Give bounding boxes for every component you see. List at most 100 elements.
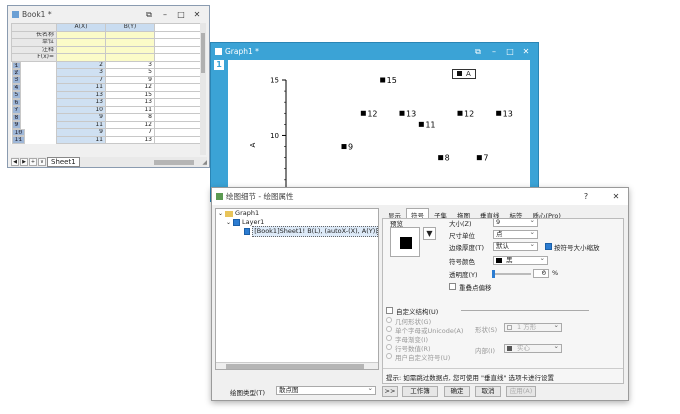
graph-titlebar[interactable]: Graph1 * ⧉ – □ ✕ [211,43,538,60]
radio-row-number[interactable] [386,344,392,350]
scale-with-size-checkbox[interactable] [545,243,552,250]
first-sheet-icon[interactable]: ◀ [11,158,19,166]
plot-details-dialog[interactable]: 绘图细节 - 绘图属性 ? ✕ ⌄ Graph1 ⌄ Layer1 [Book1… [211,187,629,401]
expand-button[interactable]: >> [382,386,398,397]
cell-b[interactable]: 7 [105,128,155,137]
meta-cell[interactable] [105,38,155,47]
table-row[interactable]: 5 1315 [11,90,204,99]
row-number[interactable]: 2 [11,68,22,76]
meta-cell[interactable] [105,30,155,39]
cell-b[interactable]: 9 [105,75,155,84]
row-number[interactable]: 9 [11,121,22,129]
cell-b[interactable]: 5 [105,68,155,77]
tab-sheet1[interactable]: Sheet1 [47,157,80,167]
radio-user-defined[interactable] [386,353,392,359]
ok-button[interactable]: 确定 [444,386,470,397]
cell-a[interactable]: 13 [56,98,106,107]
cell-b[interactable]: 12 [105,120,155,129]
row-number[interactable]: 4 [11,83,22,91]
slider-thumb[interactable] [492,270,495,278]
row-number[interactable]: 10 [11,128,26,136]
meta-cell[interactable] [56,38,106,47]
scroll-thumb[interactable] [201,33,205,73]
sheet-list-icon[interactable]: ∨ [38,158,46,166]
symbol-gallery-dropdown[interactable]: ▼ [423,227,436,240]
row-number[interactable]: 11 [11,136,26,144]
custom-construction-checkbox[interactable] [386,307,393,314]
tree-horizontal-scrollbar[interactable] [216,362,378,369]
plot-checkbox[interactable] [244,228,251,235]
size-combo[interactable]: 9 [493,217,538,227]
workbook-titlebar[interactable]: Book1 * ⧉ – □ ✕ [8,6,209,23]
plot-type-select[interactable]: 散点图 [276,385,376,395]
table-row[interactable]: 3 79 [11,75,204,84]
vertical-scrollbar[interactable] [200,23,206,155]
cell-b[interactable]: 8 [105,113,155,122]
copy-icon[interactable]: ⧉ [470,47,486,57]
cell-a[interactable]: 2 [56,60,106,69]
cell-b[interactable]: 13 [105,135,155,144]
layer-checkbox[interactable] [233,219,241,226]
layer-number-badge[interactable]: 1 [214,60,224,70]
meta-cell[interactable] [56,45,106,54]
shape-select[interactable]: 1 方形 [504,322,562,332]
next-sheet-icon[interactable]: ▶ [20,158,28,166]
tree-item-graph[interactable]: ⌄ Graph1 [216,209,378,218]
close-button[interactable]: ✕ [518,47,534,56]
cell-b[interactable]: 12 [105,83,155,92]
table-row[interactable]: 9 1112 [11,120,204,129]
table-row[interactable]: 6 1313 [11,98,204,107]
cell-a[interactable]: 13 [56,90,106,99]
scatter-plot[interactable]: 15 10 A 9 12 15 13 11 8 12 7 13 [228,60,530,202]
edge-thickness-select[interactable]: 默认 [493,241,538,251]
column-header-b[interactable]: B(Y) [105,23,155,32]
radio-geometric[interactable] [386,317,392,323]
dialog-titlebar[interactable]: 绘图细节 - 绘图属性 ? ✕ [212,188,628,205]
plot-canvas[interactable]: 15 10 A 9 12 15 13 11 8 12 7 13 A [228,60,530,202]
table-row[interactable]: 111113 [11,135,204,144]
add-sheet-icon[interactable]: + [29,158,37,166]
cell-a[interactable]: 3 [56,68,106,77]
workbook-button[interactable]: 工作簿 [402,386,438,397]
transparency-spinner[interactable]: 0 [533,268,549,278]
close-button[interactable]: ✕ [608,192,624,201]
corner-cell[interactable] [11,23,57,32]
cell-a[interactable]: 9 [56,128,106,137]
table-row[interactable]: 4 1112 [11,83,204,92]
transparency-slider[interactable] [492,270,531,278]
horizontal-scrollbar[interactable] [154,159,195,165]
meta-cell[interactable] [56,30,106,39]
cell-a[interactable]: 11 [56,83,106,92]
symbol-color-select[interactable]: 黑 [493,255,548,265]
close-button[interactable]: ✕ [189,10,205,19]
cell-a[interactable]: 10 [56,105,106,114]
graph-window[interactable]: Graph1 * ⧉ – □ ✕ 1 15 10 A 9 12 15 13 11 8 12 7 13… [210,42,539,202]
interior-select[interactable]: 实心 [504,343,562,353]
cell-b[interactable]: 11 [105,105,155,114]
symbol-preview[interactable] [390,227,420,257]
table-row[interactable]: 2 35 [11,68,204,77]
table-row[interactable]: 7 1011 [11,105,204,114]
plot-tree[interactable]: ⌄ Graph1 ⌄ Layer1 [Book1]Sheet1! B(L), (… [215,208,379,370]
tree-item-plot[interactable]: [Book1]Sheet1! B(L), (autoX-(X), A(Y)) [… [216,226,378,237]
cell-a[interactable]: 7 [56,75,106,84]
radio-letter-gradient[interactable] [386,335,392,341]
table-row[interactable]: 898 [11,113,204,122]
row-number[interactable]: 8 [11,113,22,121]
column-header-a[interactable]: A(X) [56,23,106,32]
cell-b[interactable]: 3 [105,60,155,69]
collapse-icon[interactable]: ⌄ [226,218,231,227]
cell-a[interactable]: 9 [56,113,106,122]
row-number[interactable]: 3 [11,76,22,84]
copy-icon[interactable]: ⧉ [141,10,157,20]
cell-a[interactable]: 11 [56,135,106,144]
workbook-window[interactable]: Book1 * ⧉ – □ ✕ A(X) B(Y) 长名称 单位 注释 F(x)… [7,5,210,168]
meta-cell[interactable] [105,45,155,54]
meta-cell[interactable] [105,53,155,62]
legend[interactable]: A [452,69,476,79]
cell-a[interactable]: 11 [56,120,106,129]
help-button[interactable]: ? [578,192,594,201]
collapse-icon[interactable]: ⌄ [218,209,223,218]
table-row[interactable]: 10 97 [11,128,204,137]
apply-button[interactable]: 应用(A) [506,386,536,397]
